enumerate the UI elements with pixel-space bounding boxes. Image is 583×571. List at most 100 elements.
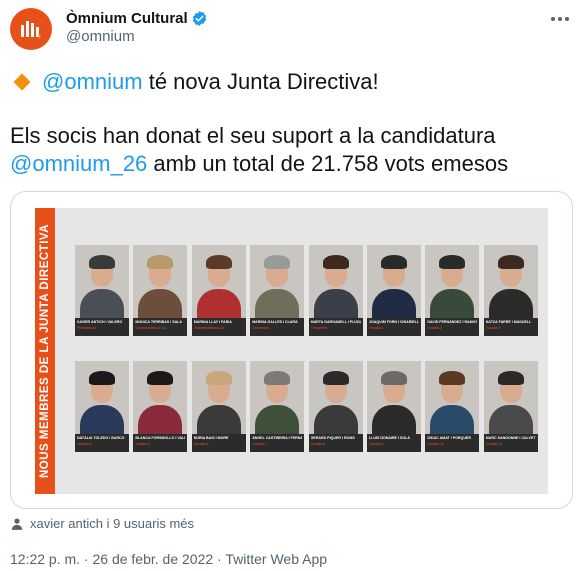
member-caption: MONICA TERRIBAS I SALA Vicepresidència 1a — [133, 318, 188, 336]
member-role: Vocalia 2 — [427, 326, 442, 330]
member-caption: DAVID FERNÁNDEZ I RAMOS Vocalia 2 — [425, 318, 480, 336]
liked-by[interactable]: xavier antich i 9 usuaris més — [10, 516, 194, 531]
member-role: Vicepresidència 1a — [135, 326, 166, 330]
member-name: NATZA FARRÉ I MADUELL — [485, 320, 532, 324]
member-photo — [308, 245, 363, 318]
tweet-line-2-text: Els socis han donat el seu suport a la c… — [10, 123, 496, 148]
more-options-icon[interactable] — [549, 8, 571, 30]
member-role: Vocalia 10 — [427, 442, 444, 446]
member-role: Vocalia 9 — [369, 442, 384, 446]
display-name[interactable]: Òmnium Cultural — [66, 10, 188, 27]
tweet-header: Òmnium Cultural @omnium — [10, 6, 573, 50]
member-caption: XAVIER ANTICH I VALERO Presidència — [75, 318, 129, 336]
mention-link[interactable]: @omnium_26 — [10, 151, 147, 176]
member-photo — [191, 245, 246, 318]
tweet-paragraph-2: Els socis han donat el seu suport a la c… — [10, 122, 573, 178]
member-photo — [75, 361, 129, 434]
member-name: DAVID FERNÁNDEZ I RAMOS — [427, 320, 478, 324]
member-caption: MARINA GALLÉS I CLARÀ Secretaria — [250, 318, 305, 336]
mention-link[interactable]: @omnium — [42, 68, 143, 96]
member-photo — [191, 361, 246, 434]
member-tile: ÀNGEL CASTIÑEIRA I FERNÁNDEZ Vocalia 7 — [250, 361, 305, 461]
member-photo — [250, 245, 305, 318]
member-tile: JOAQUIM FORN I CHIARIELLO Vocalia 1 — [367, 245, 421, 345]
member-tile: GERARD PIQUER I ROMS Vocalia 8 — [308, 361, 363, 461]
member-tile: NATZA FARRÉ I MADUELL Vocalia 3 — [483, 245, 538, 345]
member-caption: ÀNGEL CASTIÑEIRA I FERNÁNDEZ Vocalia 7 — [250, 434, 305, 452]
member-name: DIDAC AMAT I PORQUER — [427, 436, 471, 440]
member-name: ÀNGEL CASTIÑEIRA I FERNÁNDEZ — [252, 436, 302, 440]
member-role: Secretaria — [252, 326, 269, 330]
member-name: XAVIER ANTICH I VALERO — [77, 320, 123, 324]
member-name: BLANCA FORSMOLLO I VALLÉS — [135, 436, 185, 440]
member-name: MARC SANGONNE I CALVET — [485, 436, 536, 440]
member-photo — [367, 245, 421, 318]
member-role: Vocalia 4 — [77, 442, 92, 446]
member-role: Vocalia 6 — [193, 442, 209, 446]
poster-banner-text: NOUS MEMBRES DE LA JUNTA DIRECTIVA — [39, 223, 52, 479]
member-caption: DIDAC AMAT I PORQUER Vocalia 10 — [425, 434, 480, 452]
member-tile: DAVID FERNÁNDEZ I RAMOS Vocalia 2 — [425, 245, 480, 345]
member-photo — [133, 245, 188, 318]
member-caption: GERARD PIQUER I ROMS Vocalia 8 — [308, 434, 363, 452]
member-caption: BLANCA FORSMOLLO I VALLÉS Vocalia 5 — [133, 434, 188, 452]
member-tile: LLUÍS DONAIRE I SOLÀ Vocalia 9 — [367, 361, 421, 461]
member-tile: NATÀLIA TOLEDO I BARCÓ Vocalia 4 — [75, 361, 129, 461]
member-caption: MARTA GARGANELL I PUJOL Tresoreria — [308, 318, 363, 336]
member-photo — [75, 245, 129, 318]
user-icon — [11, 517, 23, 530]
member-role: Vocalia 1 — [369, 326, 384, 330]
avatar[interactable] — [10, 8, 52, 50]
member-photo — [250, 361, 305, 434]
member-photo — [425, 245, 480, 318]
member-name: MONICA TERRIBAS I SALA — [135, 320, 182, 324]
member-name: NATÀLIA TOLEDO I BARCÓ — [77, 436, 125, 440]
member-photo — [367, 361, 421, 434]
member-name: MARINA GALLÉS I CLARÀ — [252, 320, 298, 324]
member-name: LLUÍS DONAIRE I SOLÀ — [369, 436, 410, 440]
member-photo — [308, 361, 363, 434]
member-name: GERARD PIQUER I ROMS — [310, 436, 355, 440]
member-caption: NATZA FARRÉ I MADUELL Vocalia 3 — [483, 318, 538, 336]
member-role: Vocalia 3 — [485, 326, 501, 330]
media-attachment[interactable]: NOUS MEMBRES DE LA JUNTA DIRECTIVA XAVIE… — [10, 191, 573, 509]
orange-diamond-icon — [13, 73, 31, 91]
member-photo — [483, 361, 538, 434]
member-name: MARINA LLAY I FARIA — [193, 320, 232, 324]
member-role: Tresoreria — [310, 326, 327, 330]
member-tile: MONICA TERRIBAS I SALA Vicepresidència 1a — [133, 245, 188, 345]
member-caption: MARINA LLAY I FARIA Vicepresidència 2a — [191, 318, 246, 336]
member-name: MARTA GARGANELL I PUJOL — [310, 320, 361, 324]
handle[interactable]: @omnium — [66, 28, 135, 45]
tweet-text: @omnium té nova Junta Directiva! Els soc… — [10, 68, 573, 178]
member-name: JOAQUIM FORN I CHIARIELLO — [369, 320, 419, 324]
member-tile: MARTA GARGANELL I PUJOL Tresoreria — [308, 245, 363, 345]
member-tile: MARC SANGONNE I CALVET Vocalia 11 — [483, 361, 538, 461]
junta-poster-image: NOUS MEMBRES DE LA JUNTA DIRECTIVA XAVIE… — [35, 208, 548, 494]
poster-banner: NOUS MEMBRES DE LA JUNTA DIRECTIVA — [35, 208, 55, 494]
member-caption: JOAQUIM FORN I CHIARIELLO Vocalia 1 — [367, 318, 421, 336]
name-row: Òmnium Cultural — [66, 8, 208, 28]
liked-by-text: xavier antich i 9 usuaris més — [30, 516, 195, 531]
member-tile: XAVIER ANTICH I VALERO Presidència — [75, 245, 129, 345]
member-role: Vocalia 11 — [485, 442, 503, 446]
member-role: Vicepresidència 2a — [193, 326, 225, 330]
member-role: Vocalia 8 — [310, 442, 326, 446]
tweet-timestamp[interactable]: 12:22 p. m. · 26 de febr. de 2022 · Twit… — [10, 551, 327, 567]
tweet-line-3-text: amb un total de 21.758 vots emesos — [147, 151, 509, 176]
member-name: NÚRIA BASI I MORÉ — [193, 436, 229, 440]
tweet-line-1: @omnium té nova Junta Directiva! — [10, 68, 573, 96]
member-photo — [425, 361, 480, 434]
member-tile: NÚRIA BASI I MORÉ Vocalia 6 — [191, 361, 246, 461]
member-tile: DIDAC AMAT I PORQUER Vocalia 10 — [425, 361, 480, 461]
member-tile: BLANCA FORSMOLLO I VALLÉS Vocalia 5 — [133, 361, 188, 461]
member-role: Vocalia 7 — [252, 442, 267, 446]
member-role: Presidència — [77, 326, 96, 330]
tweet-line-1-text: té nova Junta Directiva! — [142, 69, 379, 94]
member-caption: MARC SANGONNE I CALVET Vocalia 11 — [483, 434, 538, 452]
member-tile: MARINA GALLÉS I CLARÀ Secretaria — [250, 245, 305, 345]
member-photo — [133, 361, 188, 434]
member-caption: NÚRIA BASI I MORÉ Vocalia 6 — [191, 434, 246, 452]
omnium-logo-icon — [21, 21, 41, 38]
verified-badge-icon — [191, 10, 208, 27]
